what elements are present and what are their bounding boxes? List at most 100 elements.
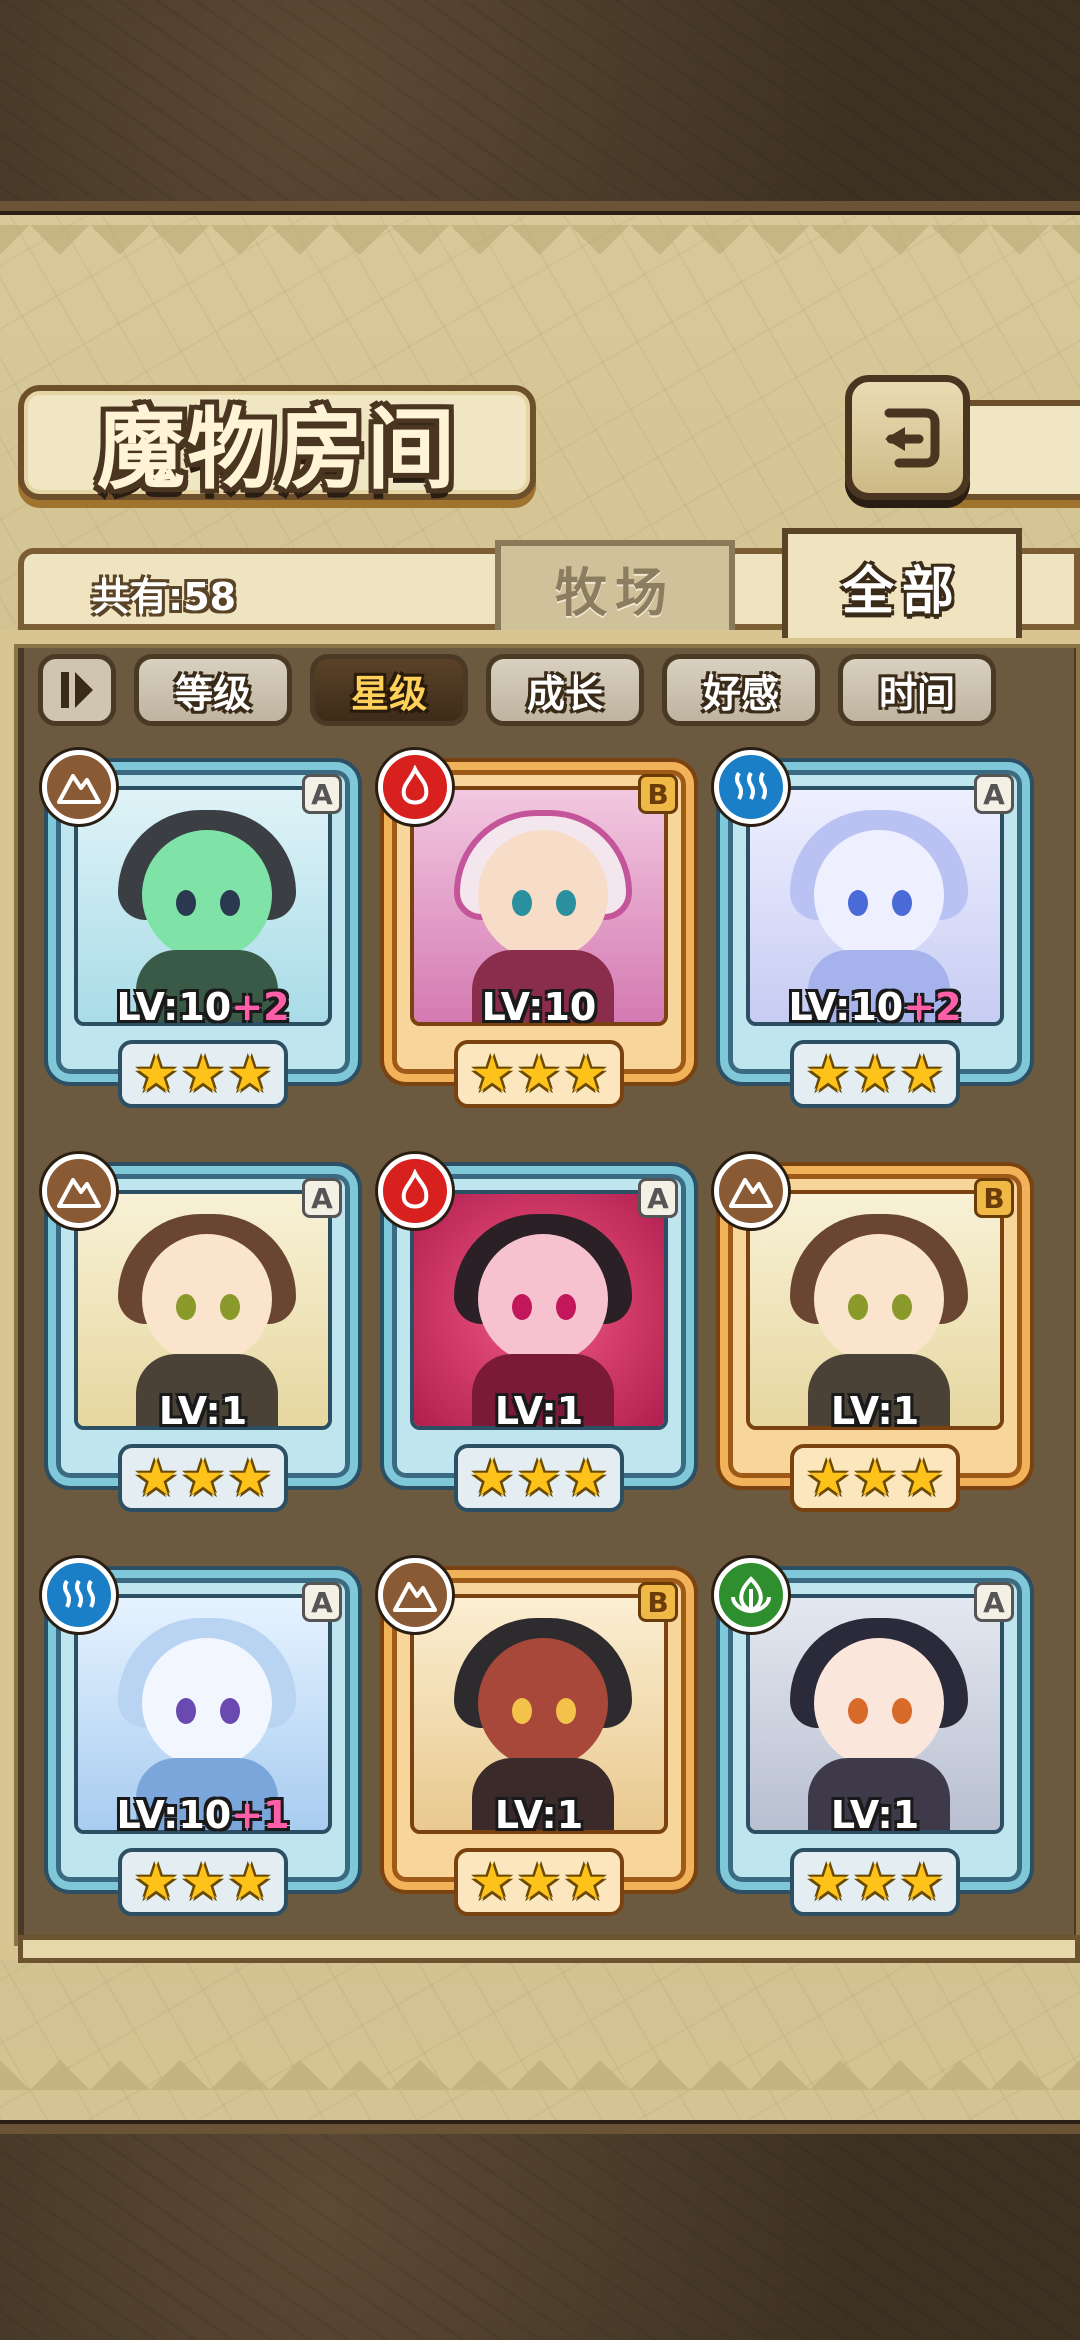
monster-grid: A LV:10+2 ★ ★ ★ B LV:10 ★ ★ ★ A LV:10+2 … <box>42 750 1038 1920</box>
star-rating: ★ ★ ★ <box>454 1444 624 1512</box>
star-icon: ★ <box>180 1853 226 1911</box>
monster-count: 共有:58 <box>92 575 237 619</box>
rank-badge: A <box>302 1178 342 1218</box>
star-rating: ★ ★ ★ <box>118 1040 288 1108</box>
sort-time-button[interactable]: 时间 <box>838 654 996 726</box>
earth-icon <box>714 1154 788 1228</box>
tab-all[interactable]: 全部 <box>782 528 1022 638</box>
sort-order-toggle[interactable] <box>38 654 116 726</box>
level-bonus: +2 <box>231 985 290 1029</box>
sort-order-icon <box>61 672 93 708</box>
star-icon: ★ <box>899 1449 945 1507</box>
level-label: LV:1 <box>384 1793 694 1837</box>
monster-card[interactable]: A LV:10+1 ★ ★ ★ <box>42 1558 358 1920</box>
star-icon: ★ <box>227 1449 273 1507</box>
star-rating: ★ ★ ★ <box>454 1040 624 1108</box>
star-rating: ★ ★ ★ <box>790 1848 960 1916</box>
star-icon: ★ <box>180 1449 226 1507</box>
rank-badge: B <box>638 1582 678 1622</box>
star-icon: ★ <box>852 1853 898 1911</box>
level-label: LV:1 <box>384 1389 694 1433</box>
sort-affection-button[interactable]: 好感 <box>662 654 820 726</box>
monster-card[interactable]: B LV:1 ★ ★ ★ <box>378 1558 694 1920</box>
title-banner: 魔物房间 <box>18 385 536 501</box>
level-label: LV:10+2 <box>720 985 1030 1029</box>
star-icon: ★ <box>133 1045 179 1103</box>
earth-icon <box>42 750 116 824</box>
rank-badge: A <box>638 1178 678 1218</box>
back-arrow-icon <box>884 408 939 467</box>
level-label: LV:10+2 <box>48 985 358 1029</box>
level-value: LV:1 <box>158 1389 248 1433</box>
sort-growth-button[interactable]: 成长 <box>486 654 644 726</box>
star-icon: ★ <box>469 1853 515 1911</box>
level-value: LV:1 <box>494 1389 584 1433</box>
star-icon: ★ <box>469 1045 515 1103</box>
rank-badge: A <box>302 1582 342 1622</box>
level-value: LV:1 <box>494 1793 584 1837</box>
monster-card[interactable]: A LV:1 ★ ★ ★ <box>714 1558 1030 1920</box>
fire-icon <box>378 1154 452 1228</box>
level-bonus: +1 <box>231 1793 290 1837</box>
monster-card[interactable]: A LV:1 ★ ★ ★ <box>378 1154 694 1516</box>
rank-badge: B <box>974 1178 1014 1218</box>
star-icon: ★ <box>805 1853 851 1911</box>
monster-card[interactable]: A LV:1 ★ ★ ★ <box>42 1154 358 1516</box>
panel-bottom-strip <box>18 1935 1080 1963</box>
star-rating: ★ ★ ★ <box>118 1444 288 1512</box>
sort-star-button[interactable]: 星级 <box>310 654 468 726</box>
level-label: LV:10+1 <box>48 1793 358 1837</box>
star-rating: ★ ★ ★ <box>790 1040 960 1108</box>
star-icon: ★ <box>469 1449 515 1507</box>
star-icon: ★ <box>516 1449 562 1507</box>
star-rating: ★ ★ ★ <box>454 1848 624 1916</box>
level-value: LV:1 <box>830 1793 920 1837</box>
level-label: LV:1 <box>48 1389 358 1433</box>
star-icon: ★ <box>563 1449 609 1507</box>
water-icon <box>42 1558 116 1632</box>
level-value: LV:1 <box>830 1389 920 1433</box>
level-bonus: +2 <box>903 985 962 1029</box>
monster-card[interactable]: B LV:10 ★ ★ ★ <box>378 750 694 1112</box>
star-icon: ★ <box>899 1045 945 1103</box>
monster-card[interactable]: A LV:10+2 ★ ★ ★ <box>42 750 358 1112</box>
tab-ranch-label: 牧场 <box>554 562 675 624</box>
earth-icon <box>378 1558 452 1632</box>
sort-bar: 等级 星级 成长 好感 时间 <box>38 650 1048 730</box>
star-icon: ★ <box>227 1045 273 1103</box>
star-icon: ★ <box>852 1449 898 1507</box>
rank-badge: A <box>974 1582 1014 1622</box>
star-rating: ★ ★ ★ <box>118 1848 288 1916</box>
star-rating: ★ ★ ★ <box>790 1444 960 1512</box>
top-map-background <box>0 0 1080 215</box>
star-icon: ★ <box>133 1449 179 1507</box>
level-value: LV:10 <box>481 985 597 1029</box>
rank-badge: A <box>302 774 342 814</box>
level-label: LV:1 <box>720 1793 1030 1837</box>
bottom-map-background <box>0 2120 1080 2340</box>
star-icon: ★ <box>805 1449 851 1507</box>
earth-icon <box>42 1154 116 1228</box>
monster-card[interactable]: A LV:10+2 ★ ★ ★ <box>714 750 1030 1112</box>
monster-card[interactable]: B LV:1 ★ ★ ★ <box>714 1154 1030 1516</box>
grass-icon <box>714 1558 788 1632</box>
tab-all-label: 全部 <box>841 560 962 622</box>
sort-level-button[interactable]: 等级 <box>134 654 292 726</box>
star-icon: ★ <box>180 1045 226 1103</box>
rank-badge: B <box>638 774 678 814</box>
star-icon: ★ <box>805 1045 851 1103</box>
zigzag-border-bottom <box>0 2030 1080 2090</box>
level-value: LV:10 <box>788 985 904 1029</box>
page-title: 魔物房间 <box>96 397 457 501</box>
star-icon: ★ <box>563 1853 609 1911</box>
tab-ranch[interactable]: 牧场 <box>495 540 735 630</box>
level-value: LV:10 <box>116 985 232 1029</box>
rank-badge: A <box>974 774 1014 814</box>
level-label: LV:1 <box>720 1389 1030 1433</box>
star-icon: ★ <box>516 1045 562 1103</box>
star-icon: ★ <box>516 1853 562 1911</box>
back-button[interactable] <box>845 375 970 500</box>
star-icon: ★ <box>899 1853 945 1911</box>
star-icon: ★ <box>563 1045 609 1103</box>
star-icon: ★ <box>852 1045 898 1103</box>
